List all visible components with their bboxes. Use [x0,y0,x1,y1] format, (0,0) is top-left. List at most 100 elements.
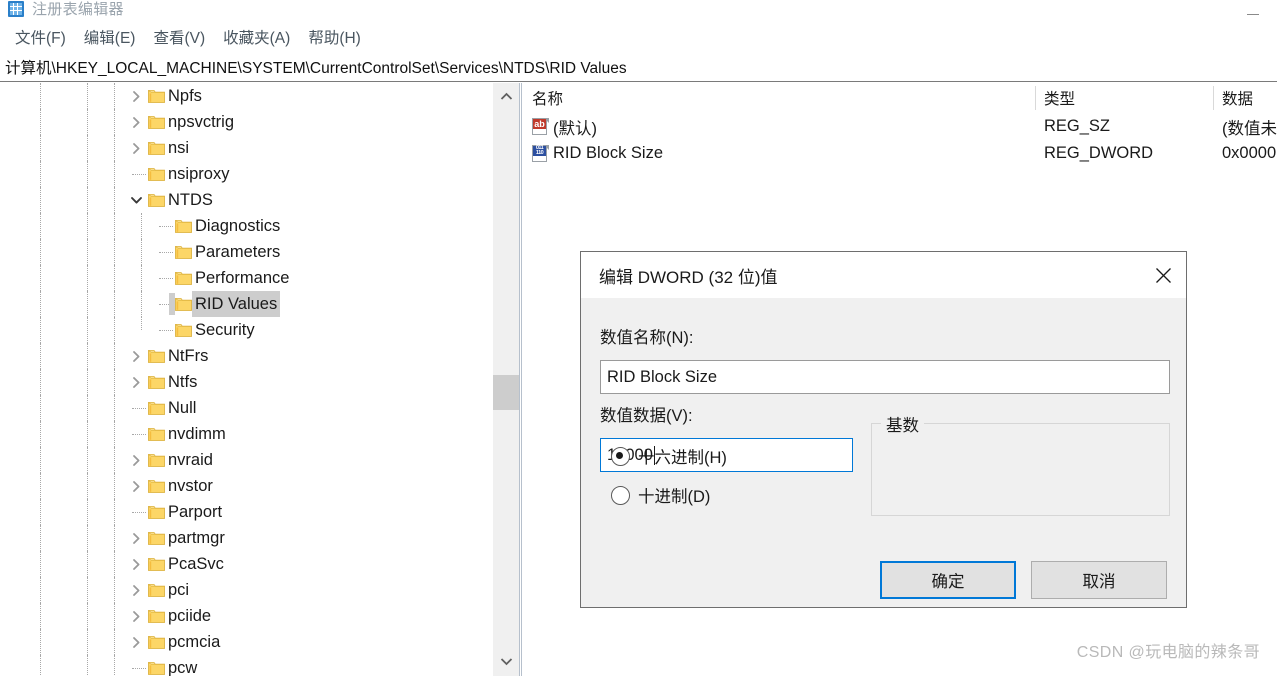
tree-guide-line [40,603,42,629]
radio-decimal[interactable]: 十进制(D) [611,483,710,507]
tree-item-null[interactable]: Null [0,395,490,421]
tree-item-pcasvc[interactable]: PcaSvc [0,551,490,577]
table-row[interactable]: 011 110 RID Block Size REG_DWORD 0x0000 [523,140,1277,167]
tree-item-ntfrs[interactable]: NtFrs [0,343,490,369]
tree-guide-line [141,291,143,317]
value-name-input[interactable]: RID Block Size [600,360,1170,394]
tree-guide-line [114,551,116,577]
tree-item-nsi[interactable]: nsi [0,135,490,161]
folder-icon [174,218,192,233]
tree-guide-line [87,135,89,161]
tree-scrollbar[interactable] [493,83,519,676]
tree-item-pcw[interactable]: pcw [0,655,490,676]
base-groupbox-label: 基数 [881,412,924,436]
tree-item-npfs[interactable]: Npfs [0,83,490,109]
tree-guide-line [40,551,42,577]
chevron-right-icon[interactable] [130,636,146,652]
value-name-cell: 011 110 RID Block Size [532,140,663,167]
tree-item-pciide[interactable]: pciide [0,603,490,629]
column-separator[interactable] [1213,86,1214,110]
column-separator[interactable] [1035,86,1036,110]
ok-button[interactable]: 确定 [880,561,1016,599]
column-name[interactable]: 名称 [523,83,1035,113]
folder-icon [147,192,165,207]
tree-item-ntfs[interactable]: Ntfs [0,369,490,395]
chevron-right-icon[interactable] [130,532,146,548]
tree-elbow-line [159,252,173,254]
registry-tree: Npfs npsvctrig nsi nsiproxy NTDS Diagnostics P… [0,83,490,676]
minimize-button[interactable] [1231,0,1277,22]
list-column-header: 名称 类型 数据 [523,83,1277,113]
table-row[interactable]: ab (默认) REG_SZ (数值未 [523,113,1277,140]
folder-icon [174,270,192,285]
menu-view[interactable]: 查看(V) [144,23,214,51]
tree-guide-line [114,239,116,265]
tree-item-partmgr[interactable]: partmgr [0,525,490,551]
tree-item-label: pcw [168,659,198,676]
tree-guide-line [114,447,116,473]
menu-file[interactable]: 文件(F) [6,23,75,51]
chevron-down-icon[interactable] [130,194,146,210]
tree-item-nvstor[interactable]: nvstor [0,473,490,499]
tree-item-label: nvdimm [168,425,226,443]
tree-item-ntds[interactable]: NTDS [0,187,490,213]
chevron-right-icon[interactable] [130,116,146,132]
tree-item-parport[interactable]: Parport [0,499,490,525]
chevron-right-icon[interactable] [130,142,146,158]
value-name-text: RID Block Size [607,367,718,386]
value-data-cell: (数值未 [1222,119,1277,138]
menu-favorites[interactable]: 收藏夹(A) [214,23,299,51]
tree-item-label: NTDS [168,191,213,209]
tree-item-nvdimm[interactable]: nvdimm [0,421,490,447]
menu-help[interactable]: 帮助(H) [299,23,370,51]
tree-item-nvraid[interactable]: nvraid [0,447,490,473]
value-name-label: 数值名称(N): [600,329,694,347]
tree-item-diagnostics[interactable]: Diagnostics [0,213,490,239]
folder-icon [147,504,165,519]
registry-editor-window: 注册表编辑器 文件(F) 编辑(E) 查看(V) 收藏夹(A) 帮助(H) 计算机\HK… [0,0,1277,676]
tree-elbow-line [132,668,146,670]
tree-item-pci[interactable]: pci [0,577,490,603]
folder-icon [147,556,165,571]
chevron-right-icon[interactable] [130,610,146,626]
scroll-up-icon[interactable] [493,85,519,107]
tree-guide-line [114,135,116,161]
value-name-text: RID Block Size [553,144,664,162]
chevron-right-icon[interactable] [130,90,146,106]
tree-guide-line [87,187,89,213]
tree-item-performance[interactable]: Performance [0,265,490,291]
tree-item-security[interactable]: Security [0,317,490,343]
registry-tree-pane[interactable]: Npfs npsvctrig nsi nsiproxy NTDS Diagnostics P… [0,83,490,676]
close-icon[interactable] [1140,252,1186,298]
tree-item-label: partmgr [168,529,225,547]
scroll-down-icon[interactable] [493,650,519,672]
column-type[interactable]: 类型 [1035,83,1213,113]
edit-dword-dialog: 编辑 DWORD (32 位)值 数值名称(N): RID Block Size… [580,251,1187,608]
pane-splitter[interactable] [519,83,522,676]
radio-hexadecimal[interactable]: 十六进制(H) [611,444,727,468]
folder-icon [147,530,165,545]
tree-guide-line [40,395,42,421]
chevron-right-icon[interactable] [130,584,146,600]
tree-guide-line [87,317,89,343]
chevron-right-icon[interactable] [130,350,146,366]
menu-edit[interactable]: 编辑(E) [75,23,145,51]
dword-value-icon: 011 110 [532,144,549,163]
chevron-right-icon[interactable] [130,480,146,496]
tree-item-nsiproxy[interactable]: nsiproxy [0,161,490,187]
tree-elbow-line [159,278,173,280]
window-controls [1231,0,1277,22]
tree-item-rid-values[interactable]: RID Values [0,291,490,317]
chevron-right-icon[interactable] [130,454,146,470]
scrollbar-thumb[interactable] [493,375,519,410]
chevron-right-icon[interactable] [130,376,146,392]
cancel-button[interactable]: 取消 [1031,561,1167,599]
tree-item-npsvctrig[interactable]: npsvctrig [0,109,490,135]
column-data[interactable]: 数据 [1213,83,1277,113]
tree-item-parameters[interactable]: Parameters [0,239,490,265]
title-bar: 注册表编辑器 [0,0,1277,22]
address-bar[interactable]: 计算机\HKEY_LOCAL_MACHINE\SYSTEM\CurrentCon… [0,52,1277,82]
tree-guide-line [114,499,116,525]
chevron-right-icon[interactable] [130,558,146,574]
tree-item-pcmcia[interactable]: pcmcia [0,629,490,655]
